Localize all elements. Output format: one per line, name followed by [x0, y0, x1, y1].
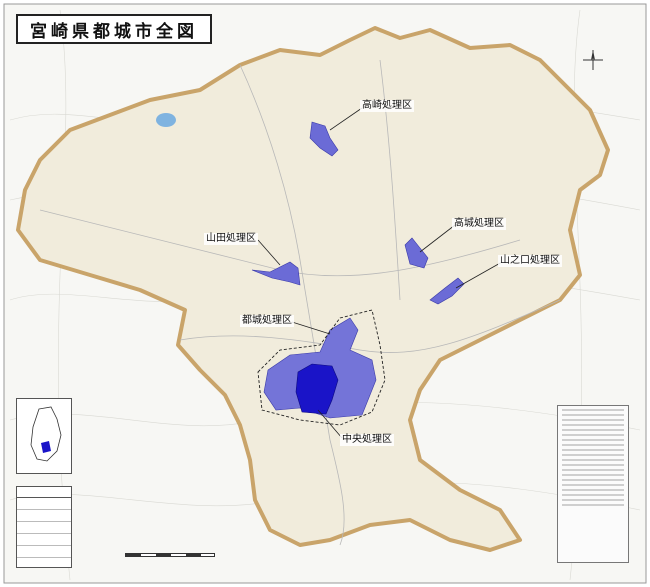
legend-box: [16, 486, 72, 568]
label-takajo: 高城処理区: [452, 218, 506, 230]
legend-row: [17, 498, 71, 510]
map-canvas: [3, 3, 647, 584]
map-info-panel: [557, 405, 629, 563]
map-title-box: 宮崎県都城市全図: [16, 14, 212, 44]
legend-row: [17, 546, 71, 558]
label-miyakonojo: 都城処理区: [240, 315, 294, 327]
legend-row: [17, 534, 71, 546]
label-yamanokuchi: 山之口処理区: [498, 255, 562, 267]
label-chuo: 中央処理区: [340, 434, 394, 446]
label-takasaki: 高崎処理区: [360, 100, 414, 112]
scale-bar: [125, 553, 215, 557]
city-map: 宮崎県都城市全図 高崎処理区 高城処理区 山田処理区 山之口処理区 都城処理区 …: [0, 0, 650, 587]
location-inset-map: [16, 398, 72, 474]
label-yamada: 山田処理区: [204, 233, 258, 245]
lake: [156, 113, 176, 127]
legend-header: [17, 487, 71, 498]
compass-icon: [583, 50, 603, 70]
map-title: 宮崎県都城市全図: [30, 21, 198, 42]
legend-row: [17, 522, 71, 534]
legend-row: [17, 510, 71, 522]
